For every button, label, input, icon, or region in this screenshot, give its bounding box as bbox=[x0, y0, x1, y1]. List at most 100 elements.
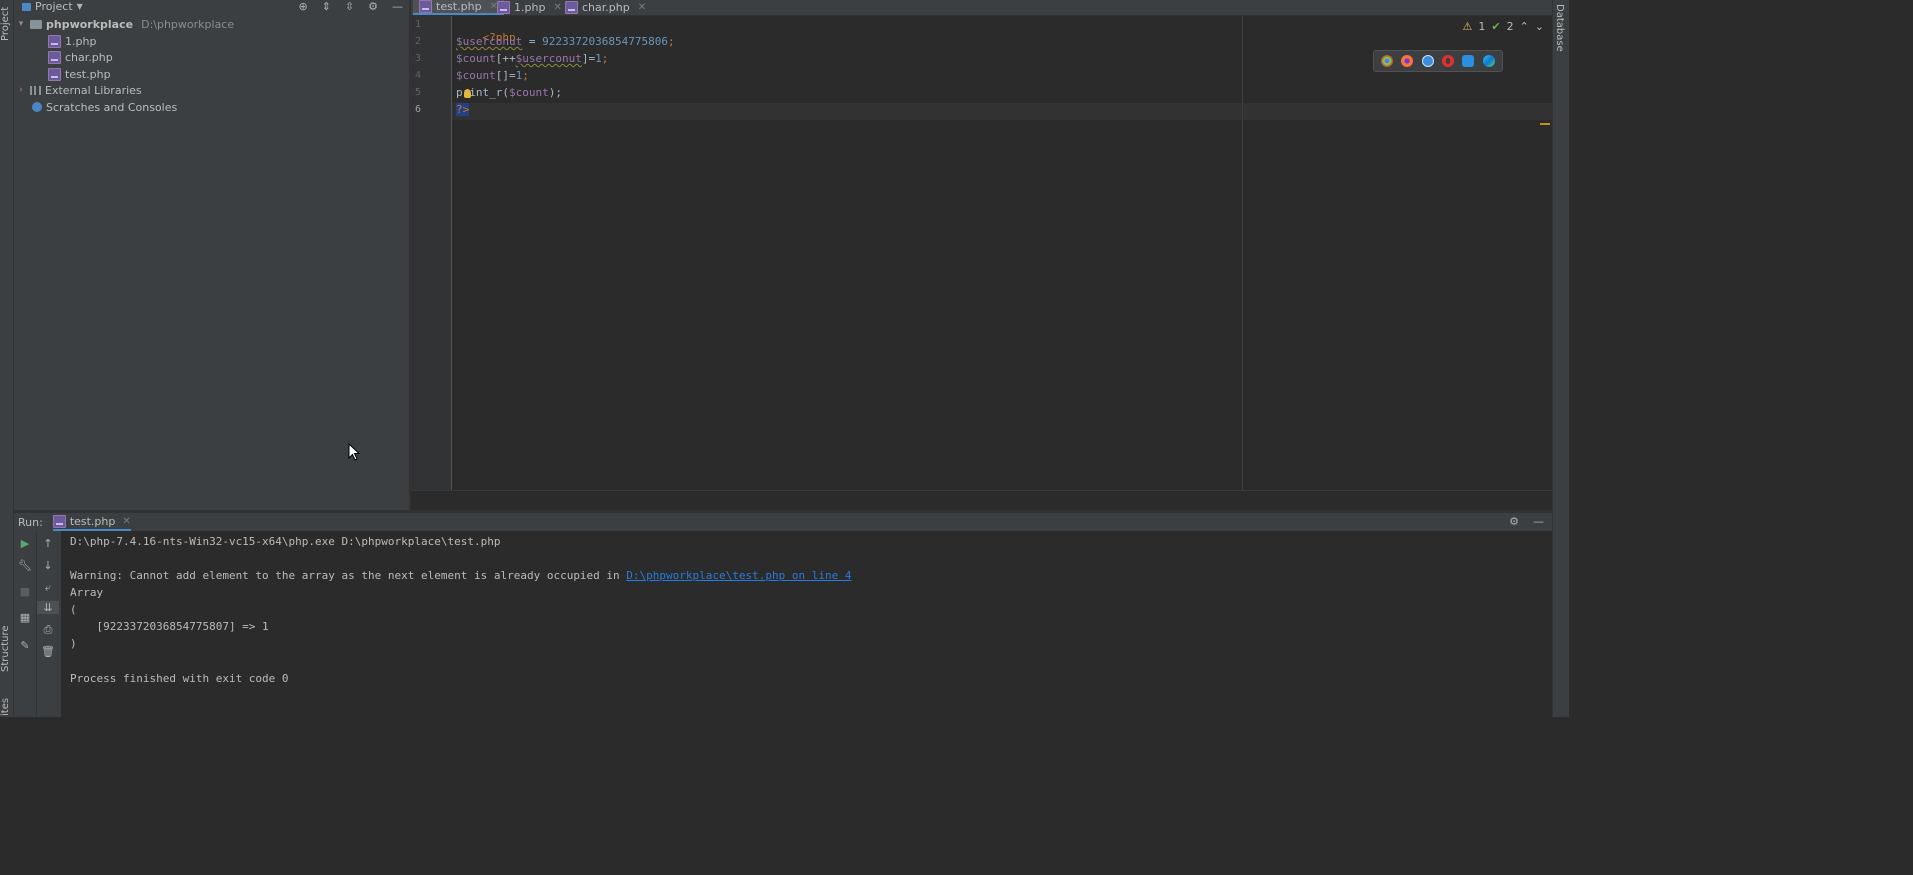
opera-icon[interactable] bbox=[1442, 55, 1455, 67]
arrow-up-icon[interactable]: ↑ bbox=[37, 537, 59, 550]
tree-item-path: D:\phpworkplace bbox=[141, 17, 235, 31]
php-file-icon bbox=[48, 67, 61, 81]
trash-icon[interactable]: 🗑︎ bbox=[37, 645, 59, 658]
run-tab-test-php[interactable]: test.php ✕ bbox=[52, 513, 131, 531]
project-tool-button[interactable]: Project bbox=[0, 2, 13, 46]
project-panel: Project ▼ ⊕ ⇕ ⇳ ⚙ — ▾ phpworkplace D:\ph… bbox=[14, 0, 409, 510]
arrow-down-icon[interactable]: ↓ bbox=[37, 559, 59, 572]
warning-icon: ⚠ bbox=[1462, 20, 1473, 33]
code-variable: $count bbox=[508, 86, 549, 99]
favorites-tool-button[interactable]: ites bbox=[0, 698, 13, 716]
code-semicolon: ; bbox=[667, 35, 675, 48]
line-number: 3 bbox=[415, 53, 422, 64]
code-operator: ); bbox=[548, 86, 562, 99]
php-file-icon bbox=[565, 1, 578, 14]
intention-bulb-icon[interactable] bbox=[464, 89, 471, 98]
scroll-to-end-icon[interactable]: ⇊ bbox=[37, 601, 59, 614]
console-file-link[interactable]: D:\phpworkplace\test.php on line 4 bbox=[626, 569, 851, 582]
chevron-down-icon[interactable]: ▾ bbox=[16, 19, 26, 29]
chevron-down-icon[interactable]: ⌄ bbox=[1535, 20, 1544, 33]
tab-1-php[interactable]: 1.php ✕ bbox=[491, 0, 568, 15]
inspection-widget[interactable]: ⚠ 1 ✔ 2 ⌃ ⌄ bbox=[1462, 20, 1544, 33]
code-operator: ]= bbox=[581, 52, 596, 65]
expand-all-icon[interactable]: ⇕ bbox=[322, 0, 331, 13]
php-close-tag: ?> bbox=[456, 103, 470, 116]
code-number: 1 bbox=[595, 52, 602, 65]
tree-item-external-libraries[interactable]: › External Libraries bbox=[16, 82, 141, 98]
tree-item-char-php[interactable]: char.php bbox=[48, 49, 113, 65]
tree-item-label: char.php bbox=[65, 50, 113, 64]
tab-label: 1.php bbox=[514, 1, 546, 14]
collapse-all-icon[interactable]: ⇳ bbox=[345, 0, 354, 13]
structure-tool-button[interactable]: Structure bbox=[0, 625, 13, 672]
code-line-4: $count[]=1; bbox=[456, 69, 529, 82]
code-editor[interactable]: 1 2 3 4 5 6 <?php $userconut = 922337203… bbox=[411, 16, 1552, 490]
php-file-icon bbox=[497, 1, 510, 14]
run-label: Run: bbox=[18, 515, 43, 529]
console-exit-line: Process finished with exit code 0 bbox=[70, 672, 289, 685]
code-semicolon: ; bbox=[601, 52, 609, 65]
gear-icon[interactable]: ⚙ bbox=[1509, 515, 1519, 528]
chrome-icon[interactable] bbox=[1381, 55, 1394, 67]
chevron-right-icon[interactable]: › bbox=[16, 85, 26, 95]
console-line: ( bbox=[70, 603, 77, 616]
tab-char-php[interactable]: char.php ✕ bbox=[559, 0, 652, 15]
php-file-icon bbox=[48, 34, 61, 48]
check-icon: ✔ bbox=[1491, 20, 1501, 33]
code-operator: []= bbox=[495, 69, 516, 82]
line-number: 6 bbox=[415, 104, 422, 115]
minimize-icon[interactable]: — bbox=[392, 0, 403, 13]
code-operator: = bbox=[522, 35, 543, 48]
code-semicolon: ; bbox=[522, 69, 529, 82]
soft-wrap-icon[interactable]: ⤶ bbox=[37, 581, 59, 595]
line-number: 4 bbox=[415, 70, 422, 81]
run-panel-header: Run: test.php ✕ ⚙ — bbox=[14, 513, 1552, 531]
php-file-icon bbox=[52, 514, 66, 528]
rerun-icon[interactable]: ▶ bbox=[14, 537, 36, 550]
edge-icon[interactable] bbox=[1482, 55, 1495, 67]
tree-item-test-php[interactable]: test.php bbox=[48, 66, 111, 82]
close-icon[interactable]: ✕ bbox=[638, 2, 646, 13]
tree-item-1-php[interactable]: 1.php bbox=[48, 33, 96, 49]
layout-icon[interactable]: ▦ bbox=[14, 611, 36, 624]
pin-icon[interactable]: ✎ bbox=[14, 639, 36, 652]
locate-icon[interactable]: ⊕ bbox=[298, 0, 307, 13]
gear-icon[interactable]: ⚙ bbox=[368, 0, 378, 13]
run-tab-label: test.php bbox=[69, 514, 116, 528]
tab-label: char.php bbox=[582, 1, 630, 14]
run-header-icons: ⚙ — bbox=[1509, 515, 1544, 528]
code-variable: $userconut bbox=[515, 52, 582, 65]
code-line-5: print_r($count); bbox=[456, 86, 562, 99]
library-icon bbox=[30, 85, 41, 95]
chevron-up-icon[interactable]: ⌃ bbox=[1520, 20, 1529, 33]
code-variable: $count bbox=[456, 69, 496, 82]
ie-icon[interactable] bbox=[1462, 55, 1475, 67]
close-icon[interactable]: ✕ bbox=[122, 516, 130, 527]
line-number-gutter[interactable]: 1 2 3 4 5 6 bbox=[411, 16, 452, 490]
stop-icon[interactable]: ■ bbox=[14, 585, 36, 598]
editor-bottom-area bbox=[411, 490, 1552, 511]
project-view-selector[interactable]: Project ▼ bbox=[22, 0, 83, 13]
tab-label: test.php bbox=[436, 0, 482, 13]
console-warning-text: Warning: Cannot add element to the array… bbox=[70, 569, 627, 582]
safari-icon[interactable] bbox=[1421, 55, 1434, 67]
line-number: 5 bbox=[415, 87, 422, 98]
print-icon[interactable]: ⎙ bbox=[37, 623, 59, 637]
console-line: ) bbox=[70, 637, 77, 650]
chevron-down-icon: ▼ bbox=[76, 2, 83, 11]
firefox-icon[interactable] bbox=[1401, 55, 1414, 67]
run-toolbar-secondary: ↑ ↓ ⤶ ⇊ ⎙ 🗑︎ bbox=[36, 531, 61, 717]
scrollbar-marker[interactable] bbox=[1540, 123, 1550, 125]
console-line: [9223372036854775807] => 1 bbox=[70, 620, 269, 633]
tree-item-label: phpworkplace bbox=[46, 17, 134, 31]
tree-item-scratches[interactable]: Scratches and Consoles bbox=[32, 99, 177, 115]
database-tool-button[interactable]: Database bbox=[1554, 4, 1565, 52]
current-line-highlight bbox=[452, 103, 1552, 120]
tree-item-phpworkplace[interactable]: ▾ phpworkplace D:\phpworkplace bbox=[16, 16, 234, 32]
editor-tabs-bar: test.php ✕ 1.php ✕ char.php ✕ bbox=[411, 0, 1552, 16]
code-line-6: ?> bbox=[456, 103, 470, 116]
minimize-icon[interactable]: — bbox=[1533, 515, 1544, 528]
code-number: 9223372036854775806 bbox=[542, 35, 668, 48]
wrench-icon[interactable]: 🔧︎ bbox=[14, 559, 36, 572]
console-warning-line: Warning: Cannot add element to the array… bbox=[70, 569, 851, 582]
